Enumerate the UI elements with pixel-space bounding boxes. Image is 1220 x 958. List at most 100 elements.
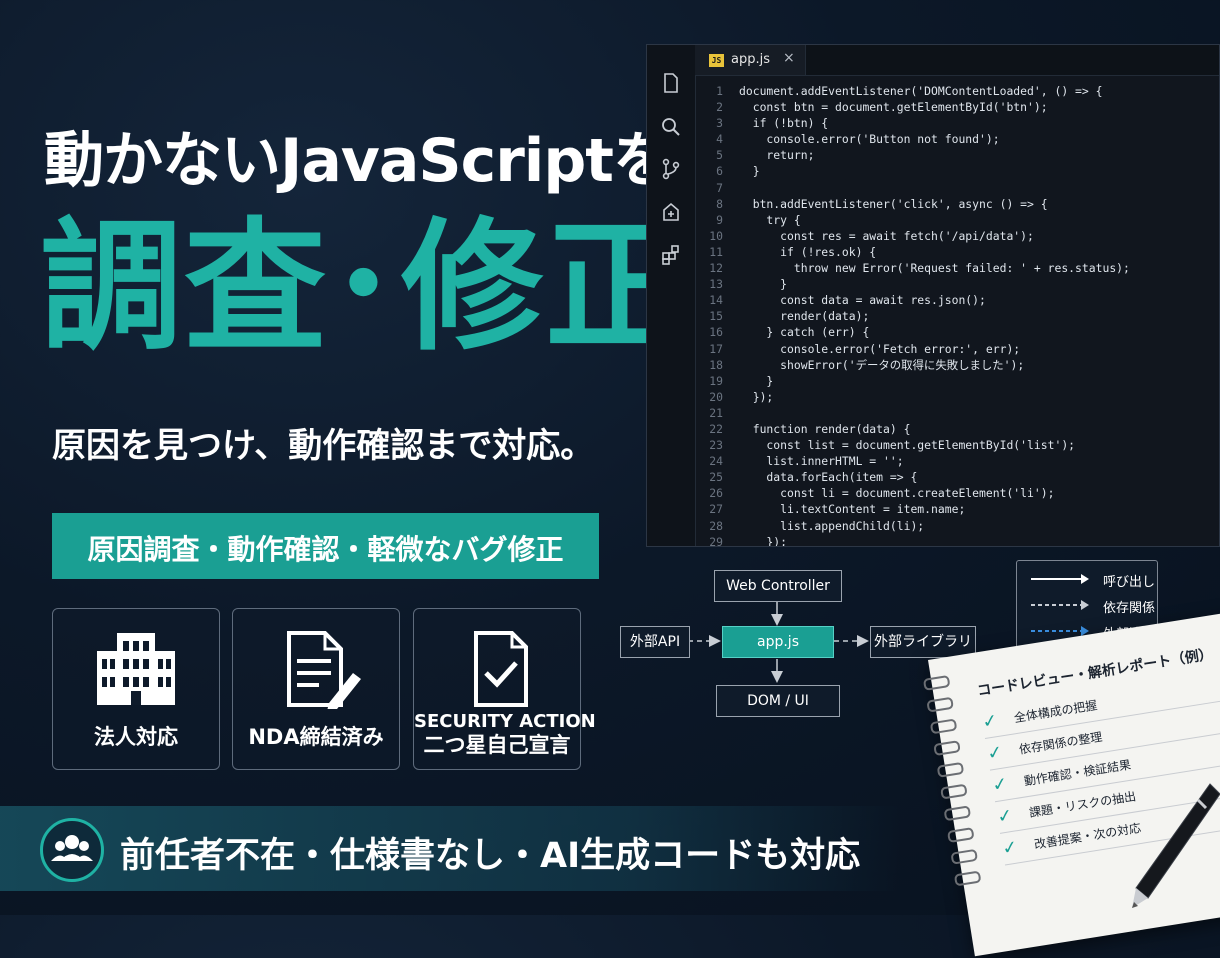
code-area[interactable]: 1 document.addEventListener('DOMContentLo…	[695, 83, 1219, 546]
tab-appjs-label: app.js	[731, 52, 770, 67]
code-line: 16 } catch (err) {	[695, 324, 1219, 340]
close-icon[interactable]: ×	[783, 50, 795, 66]
code-text: const list = document.getElementById('li…	[739, 438, 1076, 453]
users-icon	[51, 835, 93, 861]
code-text: if (!res.ok) {	[739, 244, 877, 259]
line-number: 24	[709, 454, 723, 469]
code-text: }	[739, 373, 774, 388]
code-line: 22 function render(data) {	[695, 421, 1219, 437]
line-number: 28	[709, 518, 723, 533]
line-number: 11	[709, 244, 723, 259]
line-number: 14	[709, 293, 723, 308]
line-number: 22	[709, 421, 723, 436]
line-number: 15	[709, 309, 723, 324]
line-number: 4	[716, 132, 723, 147]
code-line: 20 });	[695, 389, 1219, 405]
code-text: }	[739, 277, 788, 292]
legend-call: 呼び出し	[1029, 569, 1155, 590]
tab-bar: JS app.js ×	[695, 45, 1219, 76]
code-text: const li = document.createElement('li');	[739, 486, 1055, 501]
code-line: 9 try {	[695, 212, 1219, 228]
line-number: 20	[709, 389, 723, 404]
code-text: console.error('Button not found');	[739, 132, 1000, 147]
line-number: 7	[716, 180, 723, 195]
headline-subtitle: 原因を見つけ、動作確認まで対応。	[52, 426, 595, 466]
code-text: function render(data) {	[739, 421, 911, 436]
check-icon: ✓	[980, 710, 1000, 734]
code-text: const btn = document.getElementById('btn…	[739, 100, 1048, 115]
line-number: 9	[716, 212, 723, 227]
code-line: 11 if (!res.ok) {	[695, 244, 1219, 260]
code-line: 13 }	[695, 276, 1219, 292]
code-text: try {	[739, 212, 801, 227]
line-number: 26	[709, 486, 723, 501]
line-number: 23	[709, 438, 723, 453]
code-line: 25 data.forEach(item => {	[695, 469, 1219, 485]
javascript-file-icon: JS	[709, 54, 724, 67]
check-icon: ✓	[990, 773, 1010, 797]
line-number: 2	[716, 100, 723, 115]
search-icon[interactable]	[659, 115, 683, 139]
check-icon: ✓	[1000, 836, 1020, 860]
badge-security-label-top: SECURITY ACTION	[414, 711, 596, 732]
line-number: 19	[709, 373, 723, 388]
code-line: 15 render(data);	[695, 308, 1219, 324]
code-line: 7	[695, 180, 1219, 196]
line-number: 1	[716, 84, 723, 98]
code-text: console.error('Fetch error:', err);	[739, 341, 1021, 356]
badge-nda: NDA締結済み	[232, 608, 400, 770]
line-number: 16	[709, 325, 723, 340]
code-line: 8 btn.addEventListener('click', async ()…	[695, 196, 1219, 212]
code-line: 3 if (!btn) {	[695, 115, 1219, 131]
line-number: 5	[716, 148, 723, 163]
line-number: 13	[709, 277, 723, 292]
code-line: 2 const btn = document.getElementById('b…	[695, 99, 1219, 115]
node-appjs: app.js	[722, 626, 834, 658]
tab-appjs[interactable]: JS app.js ×	[695, 45, 806, 75]
code-text: const data = await res.json();	[739, 293, 986, 308]
source-control-icon[interactable]	[659, 157, 683, 181]
building-icon	[97, 633, 175, 705]
code-line: 18 showError('データの取得に失敗しました');	[695, 357, 1219, 373]
debug-icon[interactable]	[659, 200, 683, 224]
code-text: } catch (err) {	[739, 325, 870, 340]
code-text: });	[739, 534, 788, 546]
service-banner: 原因調査・動作確認・軽微なバグ修正	[52, 513, 599, 579]
node-external-api: 外部API	[620, 626, 690, 658]
code-text: return;	[739, 148, 815, 163]
solid-arrow-icon	[1031, 574, 1089, 584]
code-line: 21	[695, 405, 1219, 421]
line-number: 17	[709, 341, 723, 356]
check-icon: ✓	[995, 804, 1015, 828]
code-text: btn.addEventListener('click', async () =…	[739, 196, 1048, 211]
code-text: const res = await fetch('/api/data');	[739, 228, 1034, 243]
code-text: });	[739, 389, 774, 404]
headline-main: 調査･修正	[40, 205, 689, 370]
code-line: 17 console.error('Fetch error:', err);	[695, 341, 1219, 357]
code-line: 14 const data = await res.json();	[695, 292, 1219, 308]
code-text: data.forEach(item => {	[739, 470, 918, 485]
code-text: li.textContent = item.name;	[739, 502, 966, 517]
code-text: document.addEventListener('DOMContentLoa…	[739, 84, 1103, 98]
dashed-arrow-icon	[1031, 600, 1089, 610]
code-line: 19 }	[695, 373, 1219, 389]
node-dom-ui: DOM / UI	[716, 685, 840, 717]
legend-dependency: 依存関係	[1029, 595, 1155, 616]
line-number: 10	[709, 228, 723, 243]
code-text: list.appendChild(li);	[739, 518, 925, 533]
extensions-icon[interactable]	[659, 243, 683, 267]
bottom-bar-text: 前任者不在・仕様書なし・AI生成コードも対応	[120, 836, 861, 876]
headline-line1: 動かないJavaScriptを	[44, 126, 673, 196]
activity-bar	[647, 45, 696, 546]
badge-corporate-label: 法人対応	[94, 725, 178, 749]
badge-corporate: 法人対応	[52, 608, 220, 770]
code-line: 26 const li = document.createElement('li…	[695, 485, 1219, 501]
files-icon[interactable]	[659, 71, 683, 95]
badge-nda-label: NDA締結済み	[248, 725, 384, 749]
line-number: 29	[709, 534, 723, 546]
code-text: render(data);	[739, 309, 870, 324]
code-line: 29 });	[695, 534, 1219, 546]
document-pen-icon	[287, 631, 361, 709]
code-text: showError('データの取得に失敗しました');	[739, 357, 1025, 372]
badge-security-action: SECURITY ACTION 二つ星自己宣言	[413, 608, 596, 770]
